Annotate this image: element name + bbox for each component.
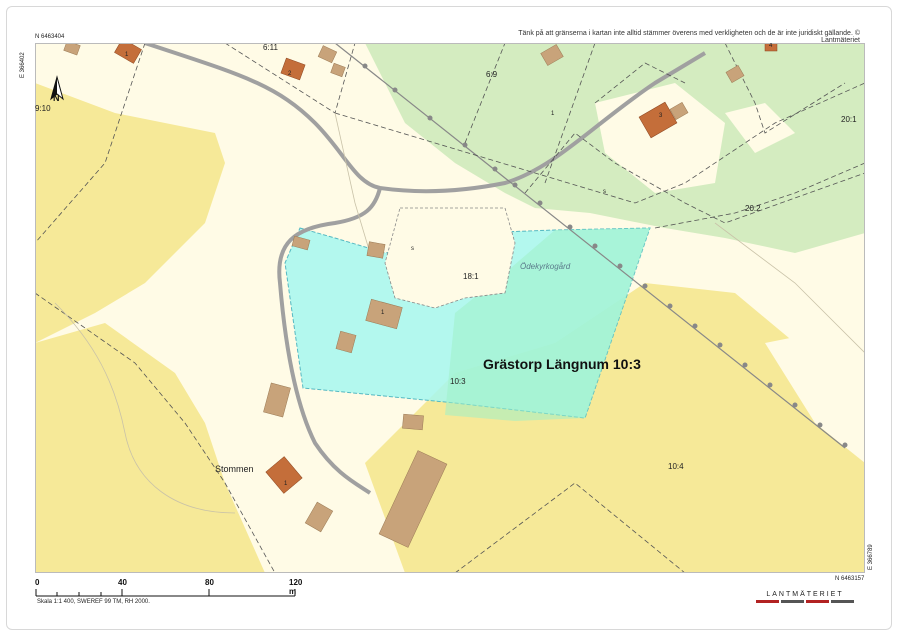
coord-top-left-north: N 6463404 [35,34,65,40]
coord-bottom-right-north: N 6463157 [835,576,865,582]
map-layers [35,43,865,573]
parcel-label-9-10: 9:10 [35,104,51,113]
house-number-label: 4 [769,43,773,49]
place-name-odekyrkogard: Ödekyrkogård [520,262,571,271]
lantmateriet-logo: LANTMÄTERIET [755,591,855,603]
parcel-label-20-2: 20:2 [745,204,761,213]
house-number-label: 1 [551,111,555,117]
scale-bar: 0 40 80 120 m [35,578,305,610]
parcel-label-20-1: 20:1 [841,115,857,124]
parcel-label-6-9: 6:9 [486,70,498,79]
house-number-label: 3 [659,113,663,119]
parcel-label-18-1: 18:1 [463,272,479,281]
house-number-label: 2 [288,71,292,77]
disclaimer-text: Tänk på att gränserna i kartan inte allt… [518,30,860,44]
parcel-label-10-4: 10:4 [668,462,684,471]
property-title: Grästorp Längnum 10:3 [483,356,641,372]
parcel-label-10-3: 10:3 [450,377,466,386]
parcel-label-s: s [603,189,606,195]
house-number-label: 1 [125,52,129,58]
coord-bottom-right-east: E 366789 [868,544,874,570]
brand-bar [755,600,855,603]
house-number-label: 1 [381,310,385,316]
parcel-label-6-11: 6:11 [263,43,278,52]
scale-description: Skala 1:1 400, SWEREF 99 TM, RH 2000. [37,599,150,605]
house-number-label: s [411,246,414,252]
house-number-label: 1 [284,481,288,487]
north-label: N [53,93,60,103]
map-canvas[interactable]: 6:11 6:9 9:10 20:1 20:2 18:1 10:3 10:4 s… [35,43,865,573]
coord-top-left-east: E 366402 [20,52,26,78]
place-name-stommen: Stommen [215,464,254,474]
brand-name: LANTMÄTERIET [766,591,844,598]
